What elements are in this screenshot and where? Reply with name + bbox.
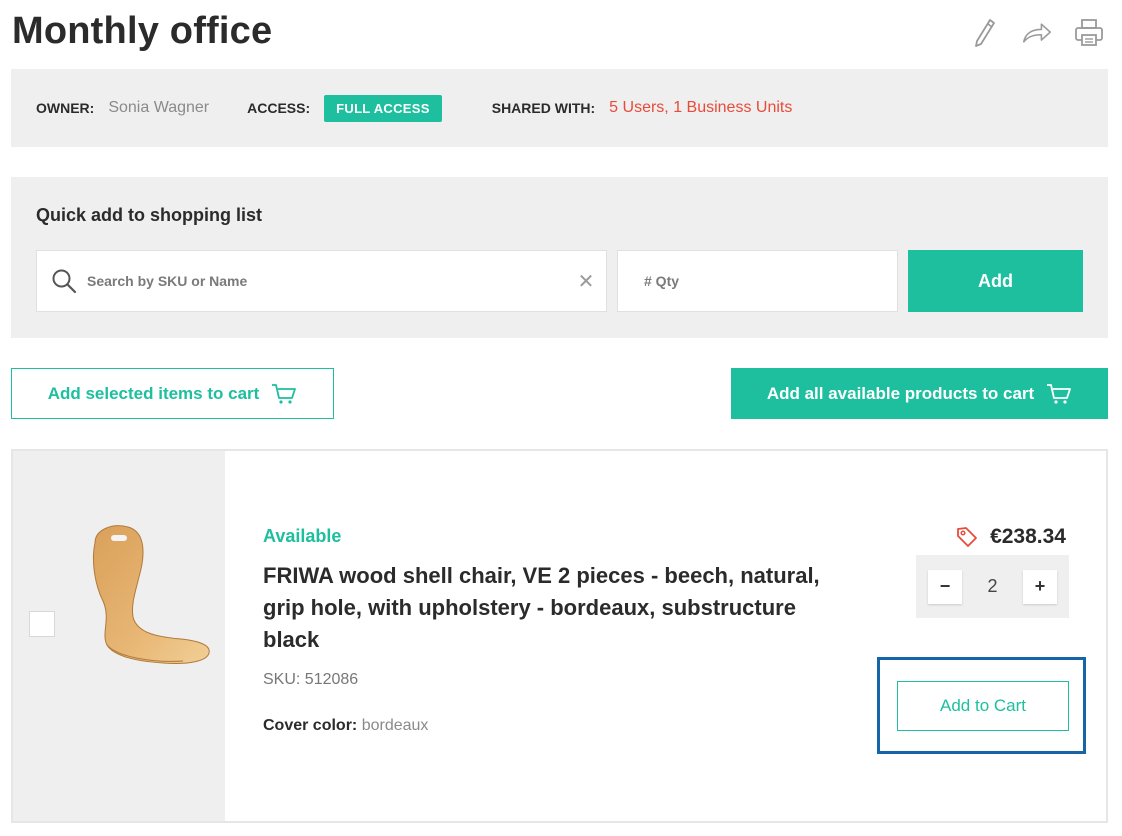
product-name[interactable]: FRIWA wood shell chair, VE 2 pieces - be… (263, 560, 823, 656)
share-button[interactable] (1022, 16, 1052, 50)
product-price: €238.34 (990, 525, 1066, 548)
price-row: €238.34 (956, 525, 1066, 549)
product-image[interactable] (73, 521, 223, 671)
toolbar (970, 16, 1104, 50)
add-all-to-cart-button[interactable]: Add all available products to cart (731, 368, 1108, 419)
product-image-panel (13, 451, 225, 821)
print-button[interactable] (1074, 16, 1104, 50)
close-icon: ✕ (577, 270, 595, 293)
add-all-label: Add all available products to cart (766, 383, 1035, 403)
edit-button[interactable] (970, 16, 1000, 50)
owner-value: Sonia Wagner (108, 99, 210, 116)
print-icon (1075, 19, 1103, 46)
cart-icon (1047, 383, 1072, 404)
shared-with-label: SHARED WITH: (491, 100, 596, 116)
price-tag-icon (957, 527, 977, 547)
availability-status: Available (263, 526, 342, 546)
product-sku: SKU: 512086 (263, 671, 359, 688)
cover-color: Cover color: bordeaux (263, 717, 428, 735)
quick-add-button[interactable]: Add (908, 250, 1083, 312)
increase-quantity-button[interactable]: + (1022, 569, 1057, 604)
add-selected-label: Add selected items to cart (47, 383, 260, 403)
share-icon (1022, 23, 1052, 43)
add-selected-to-cart-button[interactable]: Add selected items to cart (11, 368, 334, 419)
search-input[interactable] (87, 273, 566, 289)
qty-input[interactable] (644, 273, 897, 289)
pencil-icon (975, 19, 995, 47)
quick-add-panel: Quick add to shopping list ✕ Add (11, 177, 1108, 338)
add-to-cart-button[interactable]: Add to Cart (897, 681, 1069, 731)
access-badge: FULL ACCESS (324, 94, 442, 122)
owner-label: OWNER: (36, 100, 95, 116)
search-icon (52, 269, 77, 294)
decrease-quantity-button[interactable]: − (928, 569, 962, 604)
search-field[interactable]: ✕ (36, 250, 607, 312)
cover-color-label: Cover color: (263, 717, 358, 734)
quantity-stepper: − 2 + (916, 555, 1069, 618)
product-card: Available FRIWA wood shell chair, VE 2 p… (11, 449, 1108, 823)
shared-with-link[interactable]: 5 Users, 1 Business Units (609, 99, 792, 117)
product-select-checkbox[interactable] (29, 611, 55, 637)
qty-field[interactable] (617, 250, 898, 312)
cart-icon (272, 383, 297, 404)
list-meta-bar: OWNER: Sonia Wagner ACCESS: FULL ACCESS … (11, 69, 1108, 147)
quantity-value[interactable]: 2 (987, 576, 997, 597)
quick-add-title: Quick add to shopping list (36, 205, 263, 225)
access-label: ACCESS: (247, 100, 311, 116)
clear-search-button[interactable]: ✕ (566, 261, 606, 301)
page-title: Monthly office (12, 10, 273, 52)
cover-color-value: bordeaux (361, 717, 429, 734)
